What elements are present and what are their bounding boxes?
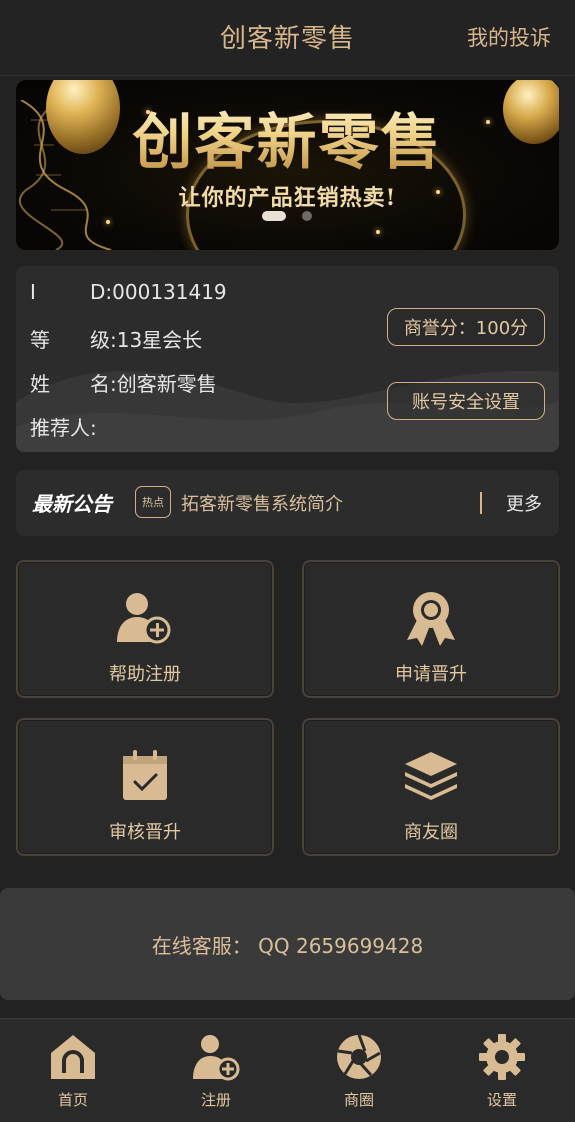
top-header: 创客新零售 我的投诉	[0, 0, 575, 76]
layers-icon	[405, 752, 457, 800]
business-circle-tile[interactable]: 商友圈	[302, 718, 560, 856]
calendar-check-icon	[123, 750, 167, 800]
announcement-bar[interactable]: 最新公告 热点 拓客新零售系统简介 更多	[16, 470, 559, 536]
level-label: 等	[30, 328, 50, 352]
name-label: 姓	[30, 372, 50, 396]
profile-referrer-row: 推荐人:	[30, 412, 97, 441]
tab-label: 首页	[57, 1091, 88, 1109]
tab-label: 设置	[486, 1091, 517, 1109]
profile-card: I D:000131419 等 级:13星会长 姓 名:创客新零售 推荐人: 商誉分：…	[16, 266, 559, 452]
account-security-button[interactable]: 账号安全设置	[387, 382, 545, 420]
profile-id-row: I D:000131419	[30, 280, 227, 304]
carousel-dot-active[interactable]	[262, 211, 286, 221]
banner-slogan: 让你的产品狂销热卖!	[178, 185, 397, 211]
profile-name-row: 姓 名:创客新零售	[30, 368, 217, 397]
add-user-icon	[117, 593, 171, 644]
home-icon	[51, 1035, 95, 1079]
tile-label: 申请晋升	[395, 664, 467, 685]
tab-label: 注册	[200, 1091, 231, 1109]
bottom-tab-bar: 首页 注册 商圈 设置	[0, 1018, 575, 1122]
tile-label: 商友圈	[404, 822, 458, 843]
hot-badge: 热点	[135, 486, 171, 518]
id-value: D:000131419	[90, 280, 227, 304]
sparkle-decoration	[106, 220, 110, 224]
add-user-icon	[193, 1035, 240, 1081]
review-promotion-tile[interactable]: 审核晋升	[16, 718, 274, 856]
tab-home[interactable]: 首页	[33, 1033, 113, 1110]
divider	[480, 492, 482, 514]
banner-title: 创客新零售	[16, 94, 559, 181]
tab-register[interactable]: 注册	[176, 1033, 256, 1110]
award-ribbon-icon	[407, 592, 455, 646]
tab-business-circle[interactable]: 商圈	[319, 1033, 399, 1110]
promo-banner[interactable]: 创客新零售 让你的产品狂销热卖!	[16, 80, 559, 250]
reputation-score-button[interactable]: 商誉分：100分	[387, 308, 545, 346]
level-value: 级:13星会长	[90, 328, 203, 352]
id-label: I	[30, 280, 36, 304]
tab-settings[interactable]: 设置	[462, 1033, 542, 1110]
gear-icon	[479, 1034, 525, 1080]
name-value: 名:创客新零售	[90, 372, 217, 396]
help-register-tile[interactable]: 帮助注册	[16, 560, 274, 698]
my-complaints-link[interactable]: 我的投诉	[467, 22, 551, 52]
announcement-text[interactable]: 拓客新零售系统简介	[181, 490, 343, 516]
aperture-icon	[337, 1034, 381, 1079]
more-link[interactable]: 更多	[506, 490, 542, 516]
tab-label: 商圈	[343, 1091, 374, 1109]
profile-level-row: 等 级:13星会长	[30, 324, 202, 353]
announcement-label: 最新公告	[32, 492, 112, 516]
customer-service-panel[interactable]: 在线客服： QQ 2659699428	[0, 888, 575, 1000]
sparkle-decoration	[376, 230, 380, 234]
carousel-dot[interactable]	[302, 211, 312, 221]
referrer-label: 推荐人:	[30, 416, 97, 440]
tile-label: 帮助注册	[109, 664, 181, 685]
tile-label: 审核晋升	[109, 822, 181, 843]
apply-promotion-tile[interactable]: 申请晋升	[302, 560, 560, 698]
customer-service-text[interactable]: 在线客服： QQ 2659699428	[0, 930, 575, 959]
